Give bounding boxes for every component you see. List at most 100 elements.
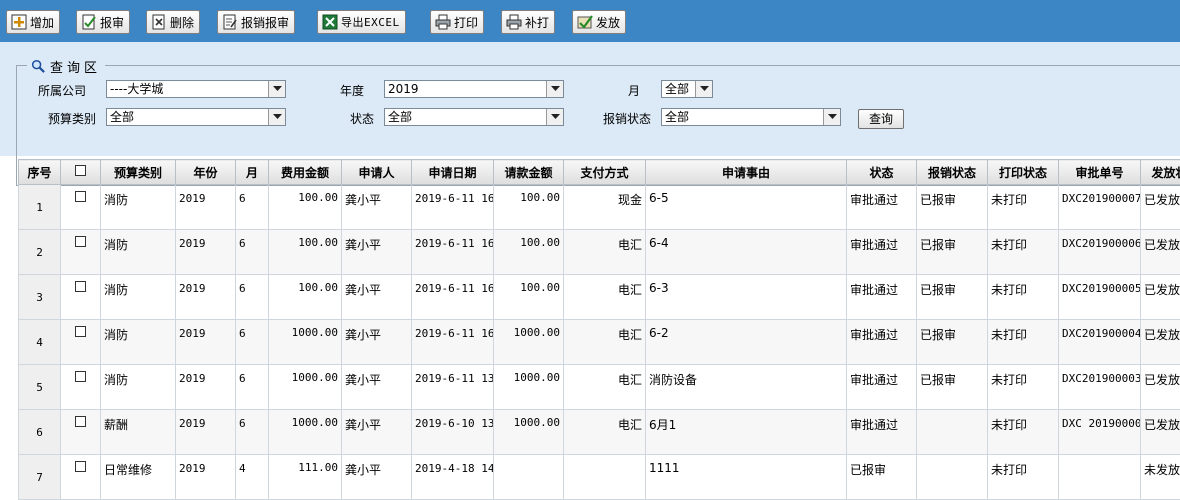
col-header-applicant[interactable]: 申请人 <box>342 160 412 185</box>
cell-payment: 电汇 <box>564 365 646 410</box>
cell-year: 2019 <box>176 275 236 320</box>
issue-button[interactable]: 发放 <box>572 10 626 34</box>
col-header-reimburse-status[interactable]: 报销状态 <box>917 160 988 185</box>
row-checkbox[interactable] <box>75 416 86 427</box>
cell-fee: 1000.00 <box>269 320 342 365</box>
cell-month: 6 <box>236 365 269 410</box>
cell-status: 审批通过 <box>847 185 917 230</box>
cell-date: 2019-4-18 14:06:50 <box>412 455 494 500</box>
cell-payment: 现金 <box>564 185 646 230</box>
row-checkbox[interactable] <box>75 461 86 472</box>
company-select[interactable]: ----大学城 <box>106 80 286 98</box>
add-label: 增加 <box>30 14 54 31</box>
cell-applicant: 龚小平 <box>342 275 412 320</box>
col-header-index[interactable]: 序号 <box>19 160 61 185</box>
cell-reimburse-status: 已报审 <box>917 230 988 275</box>
cell-applicant: 龚小平 <box>342 455 412 500</box>
table-row[interactable]: 6 薪酬 2019 6 1000.00 龚小平 2019-6-10 13:23:… <box>19 410 1180 455</box>
row-checkbox[interactable] <box>75 281 86 292</box>
chevron-down-icon <box>268 109 285 125</box>
row-checkbox[interactable] <box>75 236 86 247</box>
cell-request: 1000.00 <box>494 365 564 410</box>
cell-request: 100.00 <box>494 230 564 275</box>
reimburse-submit-button[interactable]: 报销报审 <box>217 10 295 34</box>
cell-date: 2019-6-10 13:23:29 <box>412 410 494 455</box>
col-header-reason[interactable]: 申请事由 <box>646 160 847 185</box>
row-checkbox[interactable] <box>75 371 86 382</box>
month-value: 全部 <box>665 82 689 96</box>
col-header-request[interactable]: 请款金额 <box>494 160 564 185</box>
cell-year: 2019 <box>176 455 236 500</box>
reprint-button[interactable]: 补打 <box>501 10 555 34</box>
col-header-month[interactable]: 月 <box>236 160 269 185</box>
export-excel-button[interactable]: 导出EXCEL <box>317 10 406 34</box>
cell-issue: 已发放 <box>1141 275 1180 320</box>
col-header-budget[interactable]: 预算类别 <box>101 160 176 185</box>
table-row[interactable]: 4 消防 2019 6 1000.00 龚小平 2019-6-11 16:09:… <box>19 320 1180 365</box>
cell-applicant: 龚小平 <box>342 320 412 365</box>
cell-reason: 消防设备 <box>646 365 847 410</box>
reimburse-status-select[interactable]: 全部 <box>661 108 841 126</box>
table-row[interactable]: 3 消防 2019 6 100.00 龚小平 2019-6-11 16:16:1… <box>19 275 1180 320</box>
col-header-status[interactable]: 状态 <box>847 160 917 185</box>
col-header-payment[interactable]: 支付方式 <box>564 160 646 185</box>
col-header-print-status[interactable]: 打印状态 <box>988 160 1059 185</box>
cell-approval-no: DXC201900006 <box>1059 230 1141 275</box>
add-icon <box>11 14 27 30</box>
col-header-year[interactable]: 年份 <box>176 160 236 185</box>
cell-month: 6 <box>236 185 269 230</box>
cell-request: 1000.00 <box>494 320 564 365</box>
company-value: ----大学城 <box>110 82 163 96</box>
budget-category-select[interactable]: 全部 <box>106 108 286 126</box>
delete-label: 删除 <box>170 14 194 31</box>
col-header-approval-no[interactable]: 审批单号 <box>1059 160 1141 185</box>
print-button[interactable]: 打印 <box>430 10 484 34</box>
data-table: 序号 预算类别 年份 月 费用金额 申请人 申请日期 请款金额 支付方式 申请事… <box>18 159 1180 500</box>
query-button[interactable]: 查询 <box>858 109 904 129</box>
cell-budget: 消防 <box>101 275 176 320</box>
cell-year: 2019 <box>176 410 236 455</box>
cell-month: 6 <box>236 230 269 275</box>
cell-approval-no: DXC201900003 <box>1059 365 1141 410</box>
row-index: 6 <box>19 410 61 455</box>
delete-button[interactable]: 删除 <box>146 10 200 34</box>
cell-budget: 消防 <box>101 320 176 365</box>
add-button[interactable]: 增加 <box>6 10 60 34</box>
select-all-checkbox[interactable] <box>75 165 86 176</box>
cell-request: 100.00 <box>494 275 564 320</box>
table-body: 1 消防 2019 6 100.00 龚小平 2019-6-11 16:54:1… <box>19 185 1180 500</box>
cell-approval-no: DXC201900004 <box>1059 320 1141 365</box>
cell-approval-no <box>1059 455 1141 500</box>
table-row[interactable]: 5 消防 2019 6 1000.00 龚小平 2019-6-11 13:41:… <box>19 365 1180 410</box>
row-select-cell <box>61 320 101 365</box>
month-select[interactable]: 全部 <box>661 80 713 98</box>
cell-print-status: 未打印 <box>988 275 1059 320</box>
row-checkbox[interactable] <box>75 326 86 337</box>
cell-request <box>494 455 564 500</box>
col-header-fee[interactable]: 费用金额 <box>269 160 342 185</box>
year-select[interactable]: 2019 <box>384 80 564 98</box>
cell-year: 2019 <box>176 365 236 410</box>
table-row[interactable]: 7 日常维修 2019 4 111.00 龚小平 2019-4-18 14:06… <box>19 455 1180 500</box>
cell-date: 2019-6-11 16:16:16 <box>412 275 494 320</box>
issue-label: 发放 <box>596 14 620 31</box>
year-value: 2019 <box>388 82 419 96</box>
status-select[interactable]: 全部 <box>384 108 564 126</box>
col-header-select[interactable] <box>61 160 101 185</box>
col-header-date[interactable]: 申请日期 <box>412 160 494 185</box>
chevron-down-icon <box>546 81 563 97</box>
row-checkbox[interactable] <box>75 191 86 202</box>
row-select-cell <box>61 185 101 230</box>
row-select-cell <box>61 410 101 455</box>
cell-payment: 电汇 <box>564 410 646 455</box>
col-header-issue[interactable]: 发放状 <box>1141 160 1180 185</box>
table-row[interactable]: 2 消防 2019 6 100.00 龚小平 2019-6-11 16:21:5… <box>19 230 1180 275</box>
issue-icon <box>577 14 593 30</box>
cell-payment: 电汇 <box>564 275 646 320</box>
submit-button[interactable]: 报审 <box>76 10 130 34</box>
printer-icon <box>435 14 451 30</box>
cell-budget: 薪酬 <box>101 410 176 455</box>
table-row[interactable]: 1 消防 2019 6 100.00 龚小平 2019-6-11 16:54:1… <box>19 185 1180 230</box>
print-label: 打印 <box>454 14 478 31</box>
cell-issue: 已发放 <box>1141 230 1180 275</box>
